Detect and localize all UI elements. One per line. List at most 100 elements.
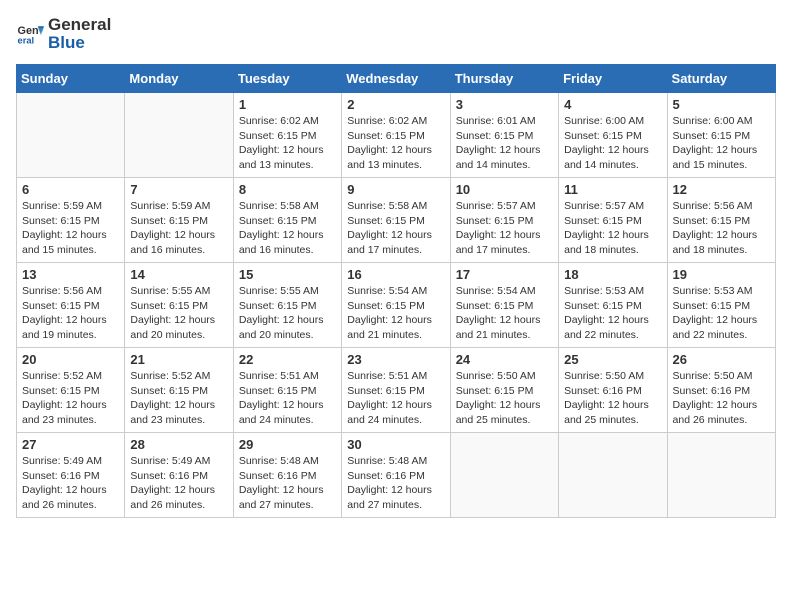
calendar-cell: 18Sunrise: 5:53 AMSunset: 6:15 PMDayligh…: [559, 263, 667, 348]
day-info: Sunrise: 5:52 AMSunset: 6:15 PMDaylight:…: [130, 369, 227, 428]
calendar-cell: 4 Sunrise: 6:00 AMSunset: 6:15 PMDaylight…: [559, 93, 667, 178]
day-number: 29: [239, 437, 336, 452]
day-number: 27: [22, 437, 119, 452]
logo-blue-text: Blue: [48, 33, 85, 52]
day-info: Sunrise: 5:50 AMSunset: 6:16 PMDaylight:…: [673, 369, 770, 428]
col-tuesday: Tuesday: [233, 65, 341, 93]
calendar-cell: 22Sunrise: 5:51 AMSunset: 6:15 PMDayligh…: [233, 348, 341, 433]
day-info: Sunrise: 5:58 AMSunset: 6:15 PMDaylight:…: [239, 199, 336, 258]
day-number: 18: [564, 267, 661, 282]
week-row-4: 20 Sunrise: 5:52 AMSunset: 6:15 PMDayligh…: [17, 348, 776, 433]
day-info: Sunrise: 5:49 AMSunset: 6:16 PMDaylight:…: [22, 454, 119, 513]
calendar-cell: 24 Sunrise: 5:50 AMSunset: 6:15 PMDayligh…: [450, 348, 558, 433]
day-number: 14: [130, 267, 227, 282]
day-info: Sunrise: 5:59 AMSunset: 6:15 PMDaylight:…: [130, 199, 227, 258]
week-row-5: 27 Sunrise: 5:49 AMSunset: 6:16 PMDayligh…: [17, 433, 776, 518]
generalblue-logo-icon: Gen eral: [16, 20, 44, 48]
day-info: Sunrise: 5:48 AMSunset: 6:16 PMDaylight:…: [239, 454, 336, 513]
day-number: 21: [130, 352, 227, 367]
calendar-cell: 17 Sunrise: 5:54 AMSunset: 6:15 PMDayligh…: [450, 263, 558, 348]
day-number: 5: [673, 97, 770, 112]
calendar-cell: 30 Sunrise: 5:48 AMSunset: 6:16 PMDayligh…: [342, 433, 450, 518]
day-number: 23: [347, 352, 444, 367]
day-info: Sunrise: 5:57 AMSunset: 6:15 PMDaylight:…: [456, 199, 553, 258]
day-info: Sunrise: 5:54 AMSunset: 6:15 PMDaylight:…: [347, 284, 444, 343]
day-number: 11: [564, 182, 661, 197]
day-number: 3: [456, 97, 553, 112]
day-number: 7: [130, 182, 227, 197]
day-number: 19: [673, 267, 770, 282]
day-number: 28: [130, 437, 227, 452]
calendar-cell: 11 Sunrise: 5:57 AMSunset: 6:15 PMDayligh…: [559, 178, 667, 263]
calendar-cell: 9Sunrise: 5:58 AMSunset: 6:15 PMDaylight…: [342, 178, 450, 263]
day-number: 17: [456, 267, 553, 282]
calendar-cell: [125, 93, 233, 178]
calendar-cell: [667, 433, 775, 518]
calendar-header-row: Sunday Monday Tuesday Wednesday Thursday…: [17, 65, 776, 93]
calendar-cell: 23 Sunrise: 5:51 AMSunset: 6:15 PMDayligh…: [342, 348, 450, 433]
day-info: Sunrise: 5:51 AMSunset: 6:15 PMDaylight:…: [347, 369, 444, 428]
day-number: 6: [22, 182, 119, 197]
day-number: 12: [673, 182, 770, 197]
calendar-cell: 26 Sunrise: 5:50 AMSunset: 6:16 PMDayligh…: [667, 348, 775, 433]
day-number: 10: [456, 182, 553, 197]
calendar-cell: 20 Sunrise: 5:52 AMSunset: 6:15 PMDayligh…: [17, 348, 125, 433]
col-thursday: Thursday: [450, 65, 558, 93]
day-number: 8: [239, 182, 336, 197]
day-number: 2: [347, 97, 444, 112]
col-saturday: Saturday: [667, 65, 775, 93]
calendar-cell: 25Sunrise: 5:50 AMSunset: 6:16 PMDayligh…: [559, 348, 667, 433]
calendar-table: Sunday Monday Tuesday Wednesday Thursday…: [16, 64, 776, 518]
calendar-cell: 8 Sunrise: 5:58 AMSunset: 6:15 PMDaylight…: [233, 178, 341, 263]
week-row-1: 1 Sunrise: 6:02 AMSunset: 6:15 PMDaylight…: [17, 93, 776, 178]
header: Gen eral General Blue: [16, 16, 776, 52]
calendar-cell: 7 Sunrise: 5:59 AMSunset: 6:15 PMDaylight…: [125, 178, 233, 263]
day-number: 20: [22, 352, 119, 367]
calendar-cell: 19 Sunrise: 5:53 AMSunset: 6:15 PMDayligh…: [667, 263, 775, 348]
day-number: 4: [564, 97, 661, 112]
calendar-cell: [559, 433, 667, 518]
day-number: 25: [564, 352, 661, 367]
day-number: 13: [22, 267, 119, 282]
week-row-2: 6 Sunrise: 5:59 AMSunset: 6:15 PMDaylight…: [17, 178, 776, 263]
day-info: Sunrise: 5:59 AMSunset: 6:15 PMDaylight:…: [22, 199, 119, 258]
calendar-cell: 1 Sunrise: 6:02 AMSunset: 6:15 PMDaylight…: [233, 93, 341, 178]
day-info: Sunrise: 5:55 AMSunset: 6:15 PMDaylight:…: [239, 284, 336, 343]
day-number: 22: [239, 352, 336, 367]
calendar-cell: 16Sunrise: 5:54 AMSunset: 6:15 PMDayligh…: [342, 263, 450, 348]
calendar-cell: 28 Sunrise: 5:49 AMSunset: 6:16 PMDayligh…: [125, 433, 233, 518]
day-number: 1: [239, 97, 336, 112]
logo: Gen eral General Blue: [16, 16, 111, 52]
calendar-cell: 6 Sunrise: 5:59 AMSunset: 6:15 PMDaylight…: [17, 178, 125, 263]
day-info: Sunrise: 5:48 AMSunset: 6:16 PMDaylight:…: [347, 454, 444, 513]
day-number: 24: [456, 352, 553, 367]
day-number: 9: [347, 182, 444, 197]
calendar-cell: 21 Sunrise: 5:52 AMSunset: 6:15 PMDayligh…: [125, 348, 233, 433]
day-info: Sunrise: 5:57 AMSunset: 6:15 PMDaylight:…: [564, 199, 661, 258]
day-info: Sunrise: 6:02 AMSunset: 6:15 PMDaylight:…: [347, 114, 444, 173]
day-info: Sunrise: 6:01 AMSunset: 6:15 PMDaylight:…: [456, 114, 553, 173]
calendar-cell: [450, 433, 558, 518]
day-info: Sunrise: 6:02 AMSunset: 6:15 PMDaylight:…: [239, 114, 336, 173]
calendar-cell: [17, 93, 125, 178]
calendar-cell: 3 Sunrise: 6:01 AMSunset: 6:15 PMDaylight…: [450, 93, 558, 178]
calendar-cell: 2 Sunrise: 6:02 AMSunset: 6:15 PMDaylight…: [342, 93, 450, 178]
logo-general-text: General: [48, 15, 111, 34]
day-info: Sunrise: 5:50 AMSunset: 6:15 PMDaylight:…: [456, 369, 553, 428]
day-info: Sunrise: 5:53 AMSunset: 6:15 PMDaylight:…: [673, 284, 770, 343]
day-info: Sunrise: 5:49 AMSunset: 6:16 PMDaylight:…: [130, 454, 227, 513]
calendar-cell: 12 Sunrise: 5:56 AMSunset: 6:15 PMDayligh…: [667, 178, 775, 263]
day-number: 30: [347, 437, 444, 452]
week-row-3: 13 Sunrise: 5:56 AMSunset: 6:15 PMDayligh…: [17, 263, 776, 348]
calendar-cell: 5Sunrise: 6:00 AMSunset: 6:15 PMDaylight…: [667, 93, 775, 178]
calendar-cell: 10 Sunrise: 5:57 AMSunset: 6:15 PMDayligh…: [450, 178, 558, 263]
day-info: Sunrise: 6:00 AMSunset: 6:15 PMDaylight:…: [564, 114, 661, 173]
day-info: Sunrise: 5:56 AMSunset: 6:15 PMDaylight:…: [673, 199, 770, 258]
day-number: 26: [673, 352, 770, 367]
calendar-cell: 27 Sunrise: 5:49 AMSunset: 6:16 PMDayligh…: [17, 433, 125, 518]
day-info: Sunrise: 5:52 AMSunset: 6:15 PMDaylight:…: [22, 369, 119, 428]
calendar-cell: 14Sunrise: 5:55 AMSunset: 6:15 PMDayligh…: [125, 263, 233, 348]
day-info: Sunrise: 5:56 AMSunset: 6:15 PMDaylight:…: [22, 284, 119, 343]
day-info: Sunrise: 5:54 AMSunset: 6:15 PMDaylight:…: [456, 284, 553, 343]
col-monday: Monday: [125, 65, 233, 93]
